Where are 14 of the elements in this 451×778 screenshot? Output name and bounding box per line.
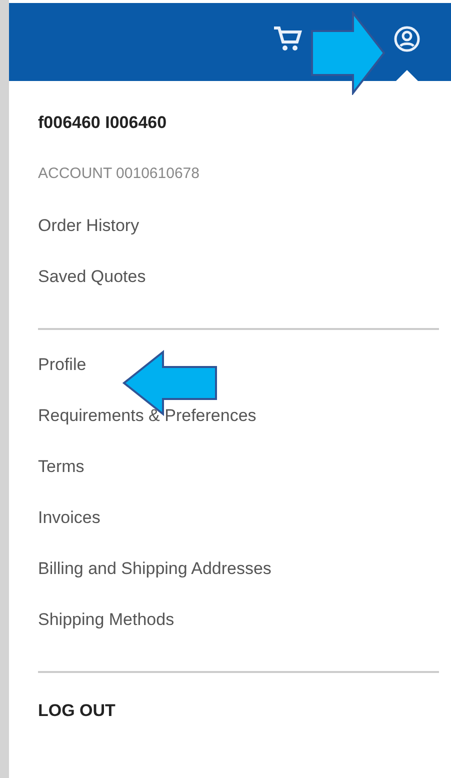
menu-link[interactable]: Terms (38, 457, 84, 483)
menu-link[interactable]: Order History (38, 216, 140, 242)
menu-link[interactable]: Requirements & Preferences (38, 406, 256, 432)
menu-link[interactable]: Billing and Shipping Addresses (38, 559, 272, 585)
logout-link[interactable]: LOG OUT (38, 701, 116, 721)
menu-link[interactable]: Shipping Methods (38, 610, 174, 636)
menu-link[interactable]: Profile (38, 355, 86, 381)
menu-link[interactable]: Saved Quotes (38, 267, 146, 293)
account-number: ACCOUNT 0010610678 (38, 165, 200, 184)
menu-link[interactable]: Invoices (38, 508, 100, 534)
cart-icon[interactable] (273, 25, 303, 53)
caret-icon (396, 70, 418, 81)
user-icon[interactable] (393, 25, 421, 53)
user-name: f006460 I006460 (38, 113, 168, 134)
